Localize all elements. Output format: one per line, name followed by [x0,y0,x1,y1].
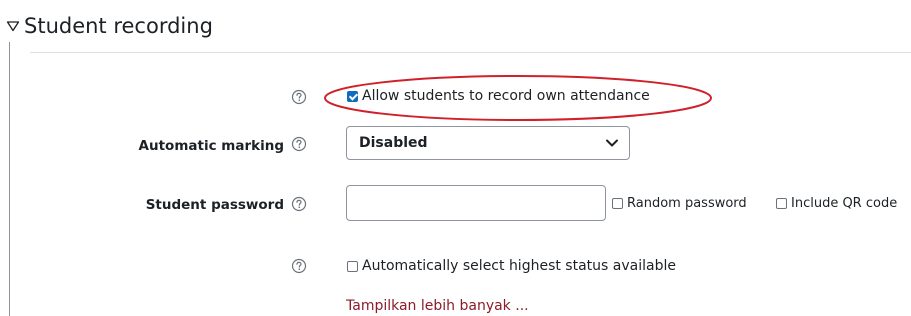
automatic-marking-value: Disabled [359,135,428,151]
checkbox-checked-icon[interactable] [347,90,358,102]
random-password-label: Random password [627,196,747,211]
automatic-marking-row: Automatic marking Disabled [0,126,911,166]
include-qr-checkbox[interactable]: Include QR code [776,196,897,211]
section-title[interactable]: Student recording [24,14,213,38]
student-password-input[interactable] [346,185,606,221]
allow-self-record-label: Allow students to record own attendance [362,88,650,104]
triangle-down-icon[interactable] [6,19,20,33]
section-header[interactable]: Student recording [6,14,213,38]
student-recording-section: Student recording Allow students to reco… [0,0,911,316]
help-icon[interactable] [291,89,307,105]
include-qr-label: Include QR code [791,196,898,211]
allow-self-record-row: Allow students to record own attendance [0,77,911,117]
checkbox-unchecked-icon[interactable] [347,260,358,272]
checkbox-unchecked-icon[interactable] [776,198,787,209]
section-divider [30,52,911,53]
help-icon[interactable] [291,258,307,274]
automatic-marking-select[interactable]: Disabled [346,126,630,160]
allow-self-record-checkbox[interactable]: Allow students to record own attendance [347,88,650,104]
highest-status-row: Automatically select highest status avai… [0,248,911,288]
highest-status-checkbox[interactable]: Automatically select highest status avai… [347,258,676,274]
chevron-down-icon [605,138,619,148]
random-password-checkbox[interactable]: Random password [612,196,747,211]
show-more-link[interactable]: Tampilkan lebih banyak ... [346,298,529,314]
help-icon[interactable] [291,136,307,152]
student-password-label: Student password [145,197,284,213]
checkbox-unchecked-icon[interactable] [612,198,623,209]
student-password-row: Student password Random password Include… [0,185,911,225]
highest-status-label: Automatically select highest status avai… [362,258,676,274]
automatic-marking-label: Automatic marking [138,138,284,154]
help-icon[interactable] [291,196,307,212]
